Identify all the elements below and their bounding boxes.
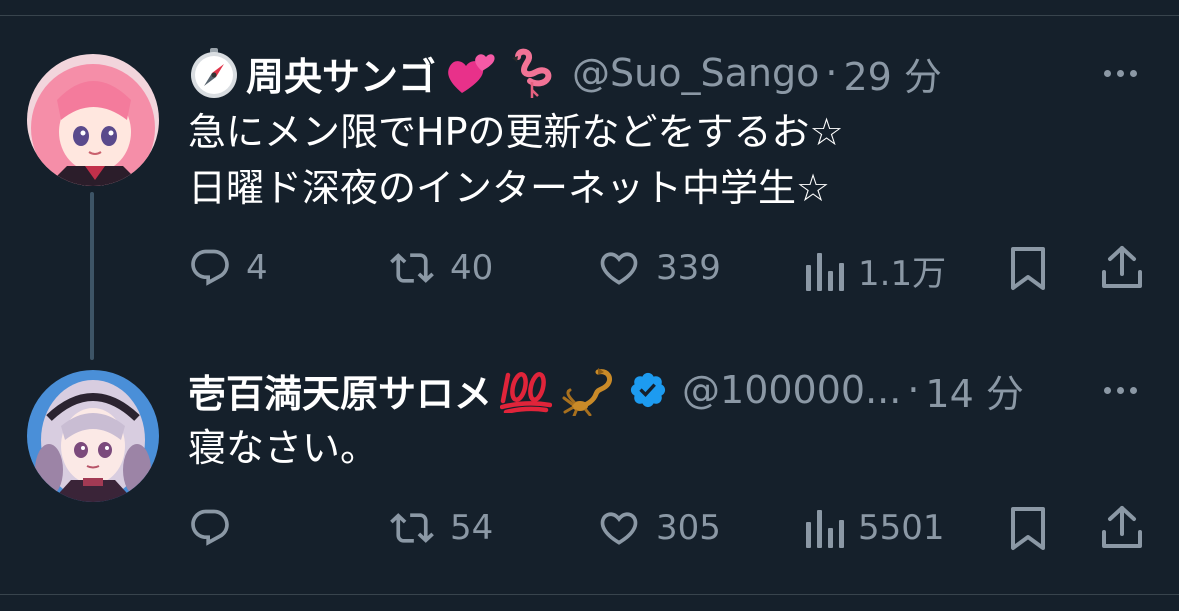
views-chart-icon [804, 249, 844, 293]
tweet-text: 急にメン限でHPの更新などをするお☆ 日曜ド深夜のインターネット中学生☆ [188, 104, 844, 216]
tweet-text-line: 急にメン限でHPの更新などをするお☆ [188, 110, 844, 154]
tweet-text-line: 寝なさい。 [188, 426, 379, 470]
reply-button[interactable] [188, 506, 246, 550]
share-button[interactable] [1100, 244, 1144, 290]
like-button[interactable]: 305 [596, 506, 721, 550]
bookmark-button[interactable] [1008, 246, 1048, 292]
two-hearts-icon [444, 49, 496, 97]
reply-icon [188, 506, 232, 550]
display-name[interactable]: 周央サンゴ [246, 46, 436, 101]
share-icon [1100, 244, 1144, 290]
heart-icon [596, 246, 642, 290]
share-icon [1100, 504, 1144, 550]
views-button[interactable]: 5501 [804, 506, 945, 550]
bookmark-button[interactable] [1008, 506, 1048, 552]
tweet-header: 周央サンゴ @Suo_Sango · 29 分 [188, 45, 942, 101]
like-button[interactable]: 339 [596, 246, 721, 290]
bookmark-icon [1008, 246, 1048, 292]
verified-badge-icon [628, 370, 668, 410]
reply-count: 4 [246, 248, 268, 288]
tweet-header: 壱百満天原サロメ @100000... · 14 分 [188, 362, 1024, 418]
tweet-text-line: 日曜ド深夜のインターネット中学生☆ [188, 166, 831, 210]
separator-dot: · [825, 51, 838, 95]
compass-icon [188, 47, 240, 99]
scorpion-icon [562, 364, 616, 416]
view-count: 5501 [858, 508, 945, 548]
avatar[interactable] [27, 54, 159, 186]
share-button[interactable] [1100, 504, 1144, 550]
retweet-count: 54 [450, 508, 494, 548]
retweet-count: 40 [450, 248, 494, 288]
separator-dot: · [907, 368, 920, 412]
more-options-icon[interactable] [1104, 387, 1137, 394]
like-count: 339 [656, 248, 721, 288]
hundred-points-icon [500, 367, 553, 413]
tweet-text: 寝なさい。 [188, 420, 378, 476]
reply-button[interactable]: 4 [188, 246, 268, 290]
flamingo-icon [508, 47, 556, 99]
handle[interactable]: @100000... [682, 368, 901, 412]
retweet-button[interactable]: 54 [388, 506, 493, 550]
views-chart-icon [804, 506, 844, 550]
more-options-icon[interactable] [1104, 70, 1137, 77]
retweet-icon [388, 506, 436, 550]
like-count: 305 [656, 508, 721, 548]
view-count: 1.1万 [858, 254, 947, 294]
avatar[interactable] [27, 370, 159, 502]
thread-connector-line [90, 192, 94, 360]
reply-icon [188, 246, 232, 290]
bottom-divider [0, 594, 1179, 595]
views-button[interactable]: 1.1万 [804, 246, 946, 295]
timestamp[interactable]: 14 分 [925, 363, 1023, 418]
bookmark-icon [1008, 506, 1048, 552]
display-name[interactable]: 壱百満天原サロメ [188, 363, 492, 418]
heart-icon [596, 506, 642, 550]
timestamp[interactable]: 29 分 [843, 46, 941, 101]
handle[interactable]: @Suo_Sango [572, 51, 819, 95]
retweet-button[interactable]: 40 [388, 246, 493, 290]
top-divider [0, 15, 1179, 16]
retweet-icon [388, 246, 436, 290]
